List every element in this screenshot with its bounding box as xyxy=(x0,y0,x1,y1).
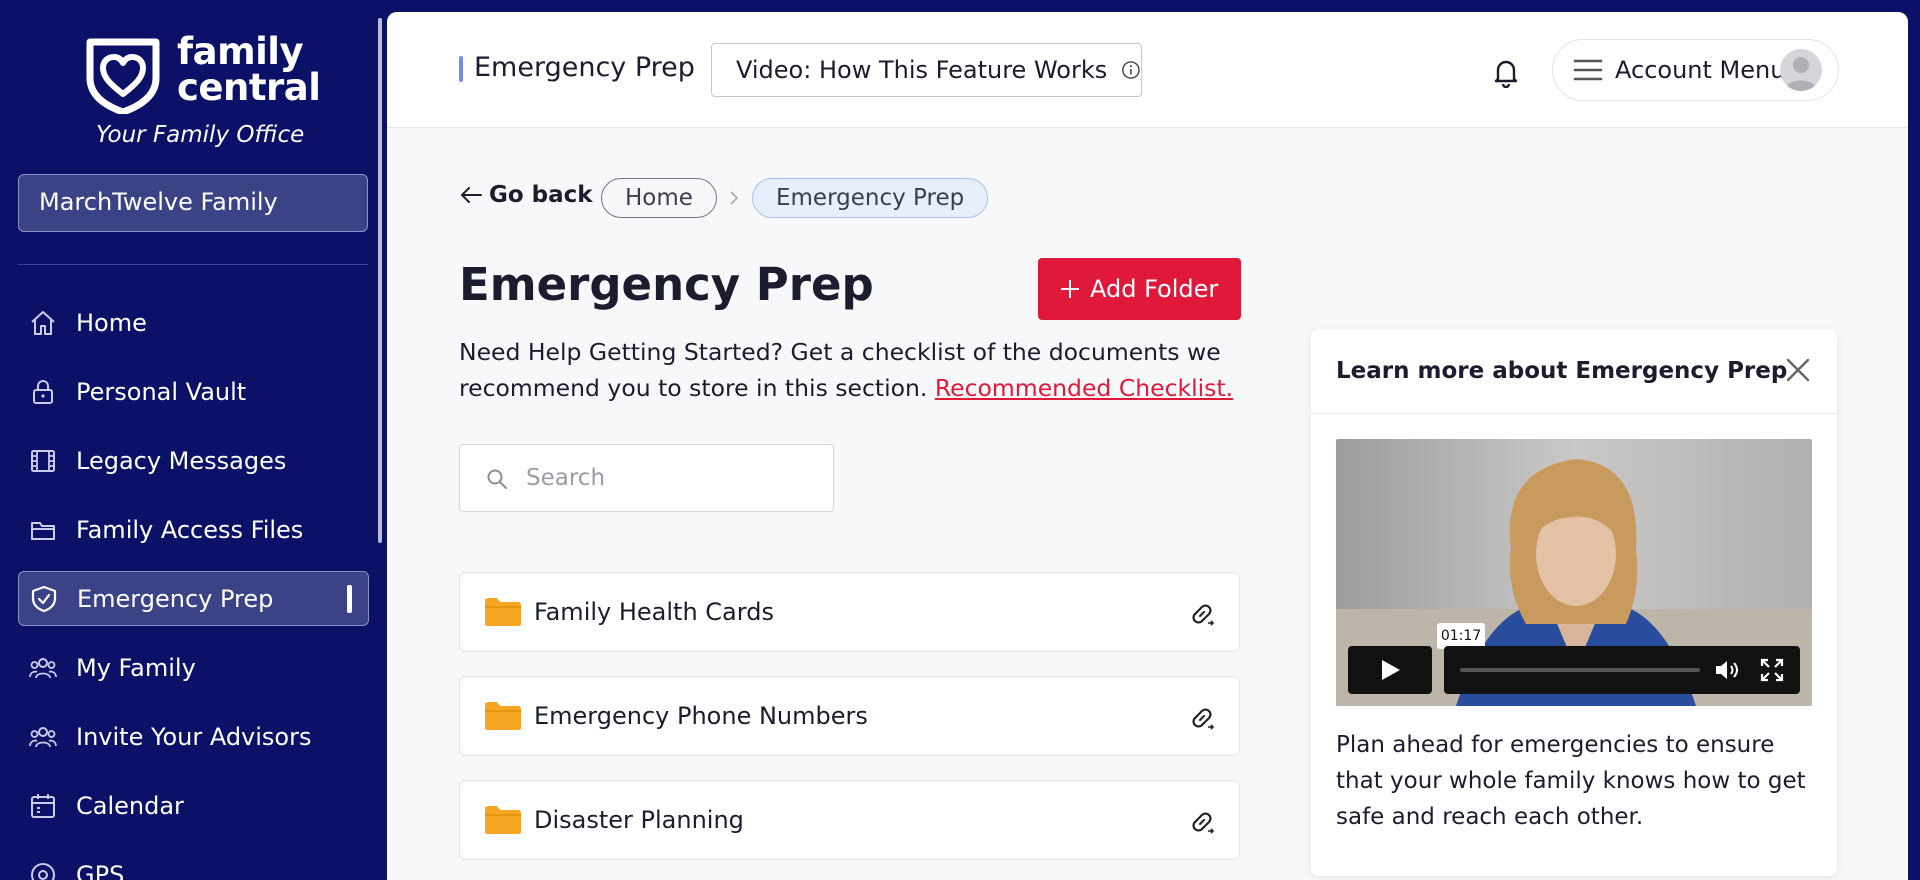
sidebar-item-label: Calendar xyxy=(76,791,184,820)
sidebar-item-label: Personal Vault xyxy=(76,377,247,406)
sidebar-item-label: Emergency Prep xyxy=(77,584,274,613)
sidebar-item-legacy-messages[interactable]: Legacy Messages xyxy=(0,426,387,495)
video-progress-track[interactable] xyxy=(1460,668,1700,672)
learn-more-card: Learn more about Emergency Prep 01:17 Pl… xyxy=(1311,329,1837,876)
folder-name: Disaster Planning xyxy=(534,806,744,834)
default-user-icon xyxy=(1785,57,1817,91)
video-play-button[interactable] xyxy=(1348,646,1432,694)
plus-icon xyxy=(1061,280,1079,298)
sidebar-item-calendar[interactable]: Calendar xyxy=(0,771,387,840)
add-folder-label: Add Folder xyxy=(1090,275,1219,303)
account-menu-label: Account Menu xyxy=(1615,56,1786,84)
sidebar-item-family-access-files[interactable]: Family Access Files xyxy=(0,495,387,564)
go-back-label: Go back xyxy=(489,182,593,208)
lock-icon xyxy=(33,379,53,404)
help-text: Need Help Getting Started? Get a checkli… xyxy=(459,334,1239,406)
folder-list: Family Health Cards Emergency Phone Numb… xyxy=(459,572,1240,880)
learn-more-header: Learn more about Emergency Prep xyxy=(1311,329,1837,414)
folder-row-family-health-cards[interactable]: Family Health Cards xyxy=(459,572,1240,652)
sidebar-item-label: Family Access Files xyxy=(76,515,304,544)
info-icon xyxy=(1122,61,1140,79)
sidebar: family central Your Family Office MarchT… xyxy=(0,0,387,880)
share-link-icon[interactable] xyxy=(1187,703,1217,733)
video-player[interactable]: 01:17 xyxy=(1336,439,1812,706)
family-selector[interactable]: MarchTwelve Family xyxy=(18,174,368,232)
chevron-right-icon xyxy=(730,191,739,205)
close-icon[interactable] xyxy=(1783,355,1813,385)
folder-row-emergency-phone-numbers[interactable]: Emergency Phone Numbers xyxy=(459,676,1240,756)
sidebar-scrollbar[interactable] xyxy=(378,18,382,543)
calendar-icon xyxy=(31,793,55,818)
top-bar: Emergency Prep Video: How This Feature W… xyxy=(387,12,1908,128)
search-box xyxy=(459,444,834,512)
go-back-link[interactable]: Go back xyxy=(459,182,593,208)
film-icon xyxy=(31,449,55,472)
search-icon xyxy=(487,469,507,489)
sidebar-item-label: Legacy Messages xyxy=(76,446,287,475)
recommended-checklist-link[interactable]: Recommended Checklist. xyxy=(935,374,1233,402)
notification-bell-icon[interactable] xyxy=(1491,56,1521,88)
logo-wordmark: family central xyxy=(177,30,321,109)
header-title: Emergency Prep xyxy=(474,52,695,83)
sidebar-item-home[interactable]: Home xyxy=(0,288,387,357)
hamburger-menu-icon xyxy=(1573,59,1603,81)
video-control-bar xyxy=(1444,646,1800,694)
title-accent-bar xyxy=(459,56,463,82)
breadcrumb-home[interactable]: Home xyxy=(601,178,717,218)
folder-icon xyxy=(485,806,521,834)
sidebar-item-label: Invite Your Advisors xyxy=(76,722,312,751)
sidebar-item-emergency-prep[interactable]: Emergency Prep xyxy=(18,571,369,626)
share-link-icon[interactable] xyxy=(1187,599,1217,629)
logo-word-family: family xyxy=(177,30,304,73)
arrow-left-icon xyxy=(461,187,482,203)
video-how-it-works-button[interactable]: Video: How This Feature Works xyxy=(711,43,1142,97)
sidebar-item-label: Home xyxy=(76,308,147,337)
sidebar-nav: Home Personal Vault Legacy Messages Fami… xyxy=(0,288,387,880)
video-button-label: Video: How This Feature Works xyxy=(736,56,1108,84)
page-title: Emergency Prep xyxy=(459,258,874,311)
sidebar-item-personal-vault[interactable]: Personal Vault xyxy=(0,357,387,426)
sidebar-item-label: GPS xyxy=(76,860,125,880)
add-folder-button[interactable]: Add Folder xyxy=(1038,258,1241,320)
avatar xyxy=(1780,49,1822,91)
learn-more-title: Learn more about Emergency Prep xyxy=(1336,358,1788,384)
sidebar-item-my-family[interactable]: My Family xyxy=(0,633,387,702)
share-link-icon[interactable] xyxy=(1187,807,1217,837)
account-menu-button[interactable]: Account Menu xyxy=(1552,39,1839,101)
volume-icon[interactable] xyxy=(1714,658,1742,682)
learn-more-description: Plan ahead for emergencies to ensure tha… xyxy=(1336,732,1806,830)
main-panel: Emergency Prep Video: How This Feature W… xyxy=(387,12,1908,880)
folder-name: Family Health Cards xyxy=(534,598,774,626)
search-input[interactable] xyxy=(526,455,816,501)
shield-check-icon xyxy=(31,585,57,612)
folder-icon xyxy=(485,598,521,626)
sidebar-item-label: My Family xyxy=(76,653,196,682)
fullscreen-icon[interactable] xyxy=(1760,658,1784,682)
play-icon xyxy=(1382,660,1400,680)
logo-tagline: Your Family Office xyxy=(96,122,305,148)
sidebar-divider xyxy=(18,264,368,265)
folder-icon xyxy=(485,702,521,730)
home-icon xyxy=(31,310,55,335)
location-pin-icon xyxy=(31,862,55,880)
family-central-logo[interactable]: family central Your Family Office xyxy=(84,33,321,154)
active-indicator xyxy=(347,585,352,613)
people-icon xyxy=(29,726,57,747)
folder-icon xyxy=(31,521,55,540)
breadcrumb-current: Emergency Prep xyxy=(752,178,989,218)
sidebar-item-gps[interactable]: GPS xyxy=(0,840,387,880)
folder-name: Emergency Phone Numbers xyxy=(534,702,868,730)
heart-shield-logo-icon xyxy=(86,38,160,114)
logo-word-central: central xyxy=(177,66,321,109)
people-icon xyxy=(29,657,57,678)
sidebar-item-invite-your-advisors[interactable]: Invite Your Advisors xyxy=(0,702,387,771)
folder-row-disaster-planning[interactable]: Disaster Planning xyxy=(459,780,1240,860)
